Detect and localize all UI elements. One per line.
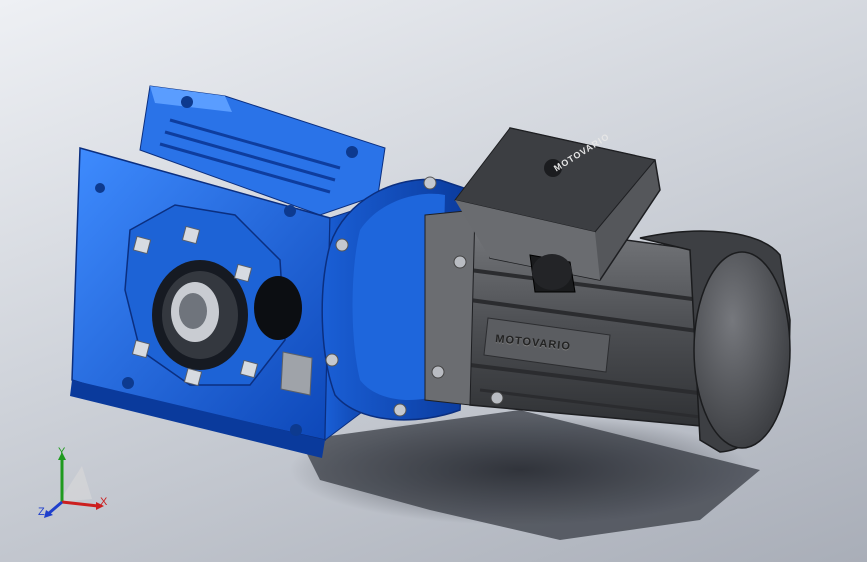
triad-plane xyxy=(59,466,92,502)
z-axis-label: Z xyxy=(38,506,45,518)
gearmotor-model[interactable] xyxy=(0,0,867,562)
x-axis-arrow xyxy=(61,500,99,508)
output-shaft-bore[interactable] xyxy=(152,260,248,370)
y-axis-label: Y xyxy=(58,446,66,458)
gearbox-nameplate xyxy=(280,351,313,396)
z-axis-arrow xyxy=(47,500,63,516)
x-axis-label: X xyxy=(100,496,108,508)
model-shadow xyxy=(290,410,760,540)
view-orientation-triad[interactable]: Y X Z xyxy=(34,444,114,524)
graphics-viewport[interactable]: MOTOVARIO MOTOVARIO Y X Z xyxy=(0,0,867,562)
side-opening xyxy=(254,276,302,340)
